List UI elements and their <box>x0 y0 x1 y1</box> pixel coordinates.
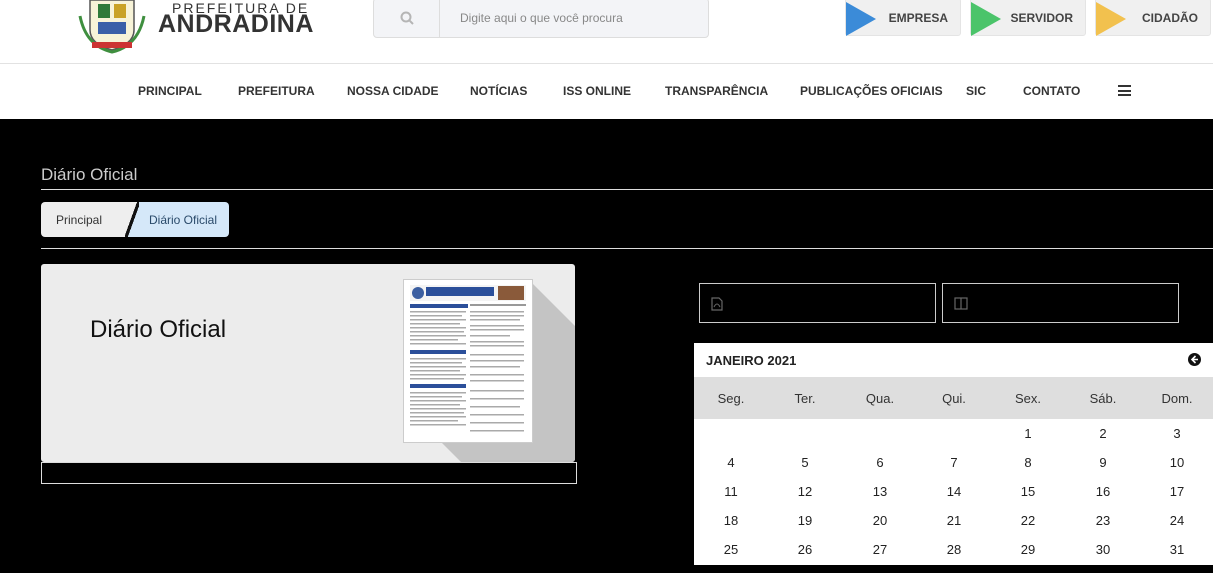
portal-label: EMPRESA <box>888 11 948 25</box>
calendar-day[interactable]: 31 <box>1157 542 1197 557</box>
main-navigation: PRINCIPAL PREFEITURA NOSSA CIDADE NOTÍCI… <box>0 64 1213 119</box>
calendar-month-title: JANEIRO 2021 <box>706 353 797 368</box>
nav-item-sic[interactable]: SIC <box>966 84 986 98</box>
breadcrumb-current: Diário Oficial <box>137 202 229 237</box>
weekday-label: Sex. <box>1014 391 1041 406</box>
newspaper-thumbnail-image <box>403 279 533 443</box>
calendar-day[interactable]: 7 <box>934 455 974 470</box>
pdf-download-button[interactable] <box>699 283 936 323</box>
calendar-day[interactable]: 4 <box>711 455 751 470</box>
play-arrow-icon <box>971 2 1001 36</box>
calendar-day[interactable]: 29 <box>1008 542 1048 557</box>
coat-of-arms-logo[interactable] <box>76 0 148 54</box>
calendar-day[interactable]: 12 <box>785 484 825 499</box>
calendar-day[interactable]: 27 <box>860 542 900 557</box>
calendar-day[interactable]: 5 <box>785 455 825 470</box>
weekday-label: Qua. <box>865 391 895 406</box>
weekday-label: Sáb. <box>1089 391 1117 406</box>
divider <box>41 248 1213 249</box>
calendar-day[interactable]: 9 <box>1083 455 1123 470</box>
site-header: PREFEITURA DE ANDRADINA EMPRESA SERVIDOR… <box>0 0 1213 64</box>
play-arrow-icon <box>1096 2 1126 36</box>
pdf-file-icon <box>711 297 723 311</box>
calendar-day[interactable]: 11 <box>711 484 751 499</box>
calendar-day[interactable]: 1 <box>1008 426 1048 441</box>
calendar-weekday-header: Seg. Ter. Qua. Qui. Sex. Sáb. Dom. <box>694 377 1213 419</box>
calendar-day[interactable]: 14 <box>934 484 974 499</box>
calendar-day[interactable]: 22 <box>1008 513 1048 528</box>
nav-item-iss-online[interactable]: ISS ONLINE <box>563 84 631 98</box>
calendar-day[interactable]: 21 <box>934 513 974 528</box>
portal-cidadao-button[interactable]: CIDADÃO <box>1095 0 1211 36</box>
nav-item-transparencia[interactable]: TRANSPARÊNCIA <box>665 84 768 98</box>
weekday-label: Dom. <box>1161 391 1193 406</box>
nav-item-contato[interactable]: CONTATO <box>1023 84 1080 98</box>
brand-title[interactable]: ANDRADINA <box>158 10 314 39</box>
calendar-day[interactable]: 6 <box>860 455 900 470</box>
search-input[interactable] <box>440 0 708 37</box>
flipbook-view-button[interactable] <box>942 283 1179 323</box>
calendar-day[interactable]: 13 <box>860 484 900 499</box>
nav-item-prefeitura[interactable]: PREFEITURA <box>238 84 315 98</box>
portal-servidor-button[interactable]: SERVIDOR <box>970 0 1086 36</box>
breadcrumb-separator <box>125 202 139 237</box>
book-open-icon <box>954 297 968 310</box>
calendar-day[interactable]: 18 <box>711 513 751 528</box>
calendar-day[interactable]: 15 <box>1008 484 1048 499</box>
calendar-day[interactable]: 23 <box>1083 513 1123 528</box>
weekday-label: Seg. <box>717 391 745 406</box>
arrow-left-circle-icon[interactable] <box>1188 353 1201 366</box>
calendar-day[interactable]: 28 <box>934 542 974 557</box>
divider <box>41 189 1213 190</box>
nav-item-noticias[interactable]: NOTÍCIAS <box>470 84 527 98</box>
search-bar <box>373 0 709 38</box>
play-arrow-icon <box>846 2 876 36</box>
weekday-label: Ter. <box>794 391 816 406</box>
hamburger-menu-icon[interactable] <box>1118 85 1131 96</box>
calendar-day[interactable]: 20 <box>860 513 900 528</box>
nav-item-nossa-cidade[interactable]: NOSSA CIDADE <box>347 84 439 98</box>
breadcrumb: Principal Diário Oficial <box>41 202 229 237</box>
diario-oficial-card[interactable]: Diário Oficial <box>41 264 575 462</box>
weekday-label: Qui. <box>942 391 966 406</box>
calendar-day[interactable]: 8 <box>1008 455 1048 470</box>
portal-empresa-button[interactable]: EMPRESA <box>845 0 961 36</box>
breadcrumb-home-link[interactable]: Principal <box>41 202 135 237</box>
calendar-day[interactable]: 19 <box>785 513 825 528</box>
calendar-day[interactable]: 16 <box>1083 484 1123 499</box>
calendar-widget: JANEIRO 2021 Seg. Ter. Qua. Qui. Sex. Sá… <box>694 343 1213 565</box>
search-button[interactable] <box>374 0 440 37</box>
calendar-day[interactable]: 25 <box>711 542 751 557</box>
calendar-day[interactable]: 26 <box>785 542 825 557</box>
portal-label: CIDADÃO <box>1142 11 1198 25</box>
nav-item-principal[interactable]: PRINCIPAL <box>138 84 202 98</box>
search-icon <box>400 11 414 25</box>
calendar-day[interactable]: 17 <box>1157 484 1197 499</box>
portal-label: SERVIDOR <box>1010 11 1073 25</box>
calendar-day[interactable]: 10 <box>1157 455 1197 470</box>
calendar-day[interactable]: 3 <box>1157 426 1197 441</box>
page-title: Diário Oficial <box>41 165 138 184</box>
calendar-day[interactable]: 24 <box>1157 513 1197 528</box>
calendar-day[interactable]: 30 <box>1083 542 1123 557</box>
calendar-day[interactable]: 2 <box>1083 426 1123 441</box>
card-caption-bar <box>41 462 577 484</box>
nav-item-publicacoes-oficiais[interactable]: PUBLICAÇÕES OFICIAIS <box>800 84 943 98</box>
